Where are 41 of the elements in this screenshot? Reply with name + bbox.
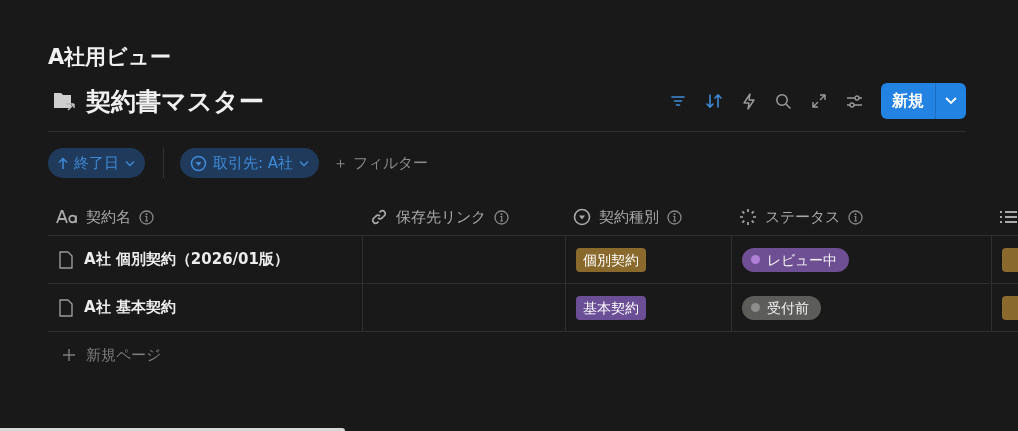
new-options-button[interactable] bbox=[936, 83, 966, 119]
info-icon[interactable] bbox=[139, 209, 154, 225]
type-tag: 基本契約 bbox=[576, 295, 646, 320]
page-icon bbox=[58, 249, 74, 270]
column-header[interactable]: ステータス bbox=[765, 207, 840, 227]
link-icon bbox=[370, 208, 388, 226]
select-type-icon bbox=[573, 208, 591, 226]
chevron-down-icon bbox=[944, 96, 958, 106]
page-icon bbox=[58, 297, 74, 318]
new-button[interactable]: 新規 bbox=[881, 83, 936, 119]
search-icon[interactable] bbox=[775, 92, 792, 110]
status-pill: レビュー中 bbox=[742, 247, 849, 272]
scrollbar[interactable] bbox=[0, 428, 345, 431]
page-title: 契約書マスター bbox=[86, 85, 264, 118]
sort-icon[interactable] bbox=[705, 93, 723, 109]
select-type-icon bbox=[190, 154, 207, 172]
info-icon[interactable] bbox=[494, 209, 509, 225]
column-header[interactable]: 契約名 bbox=[86, 207, 131, 227]
plus-icon bbox=[62, 348, 76, 362]
column-header[interactable]: 保存先リンク bbox=[396, 207, 486, 227]
text-type-icon bbox=[56, 210, 78, 224]
type-tag: 個別契約 bbox=[576, 247, 646, 272]
info-icon[interactable] bbox=[848, 209, 863, 225]
status-pill: 受付前 bbox=[742, 295, 821, 320]
new-page-button[interactable]: 新規ページ bbox=[48, 332, 161, 378]
linked-database-icon bbox=[52, 90, 76, 112]
filter-icon[interactable] bbox=[670, 93, 686, 109]
lightning-icon[interactable] bbox=[742, 92, 756, 110]
status-type-icon bbox=[739, 208, 757, 226]
arrow-up-icon bbox=[58, 156, 68, 170]
add-filter-button[interactable]: ＋ フィルター bbox=[329, 153, 432, 173]
chevron-down-icon bbox=[299, 159, 310, 167]
list-type-icon bbox=[999, 209, 1017, 225]
column-header[interactable]: 契約種別 bbox=[599, 207, 659, 227]
chevron-down-icon bbox=[125, 159, 135, 167]
settings-icon[interactable] bbox=[846, 93, 863, 109]
row-title[interactable]: A社 個別契約（2026/01版） bbox=[84, 250, 289, 269]
expand-icon[interactable] bbox=[811, 93, 827, 109]
info-icon[interactable] bbox=[667, 209, 682, 225]
view-title: A社用ビュー bbox=[48, 44, 173, 71]
row-title[interactable]: A社 基本契約 bbox=[84, 298, 176, 317]
